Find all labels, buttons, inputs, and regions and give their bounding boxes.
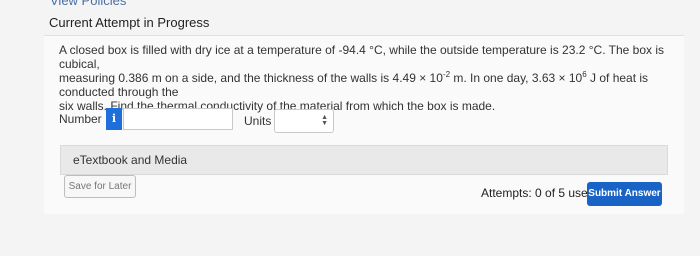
- view-policies-link[interactable]: View Policies: [50, 0, 126, 8]
- etextbook-media-label: eTextbook and Media: [73, 153, 188, 167]
- question-line-2: measuring 0.386 m on a side, and the thi…: [59, 70, 679, 100]
- select-updown-icon: ▲ ▼: [321, 114, 328, 127]
- number-input[interactable]: [123, 108, 233, 130]
- question-line-1: A closed box is filled with dry ice at a…: [59, 43, 665, 71]
- attempts-counter: Attempts: 0 of 5 used: [481, 186, 595, 200]
- question-text-part: measuring 0.386 m on a side, and the thi…: [59, 71, 443, 85]
- question-text: A closed box is filled with dry ice at a…: [59, 43, 679, 113]
- exponent: -2: [442, 70, 451, 79]
- units-select[interactable]: ▲ ▼: [274, 109, 334, 133]
- attempt-status-title: Current Attempt in Progress: [49, 15, 210, 30]
- save-for-later-button[interactable]: Save for Later: [64, 175, 136, 198]
- number-label: Number: [59, 112, 102, 126]
- etextbook-media-panel[interactable]: eTextbook and Media: [60, 145, 668, 175]
- units-label: Units: [244, 114, 272, 128]
- info-icon[interactable]: i: [106, 108, 122, 130]
- question-text-part: m. In one day, 3.63 × 10: [450, 71, 583, 85]
- submit-answer-button[interactable]: Submit Answer: [587, 182, 662, 206]
